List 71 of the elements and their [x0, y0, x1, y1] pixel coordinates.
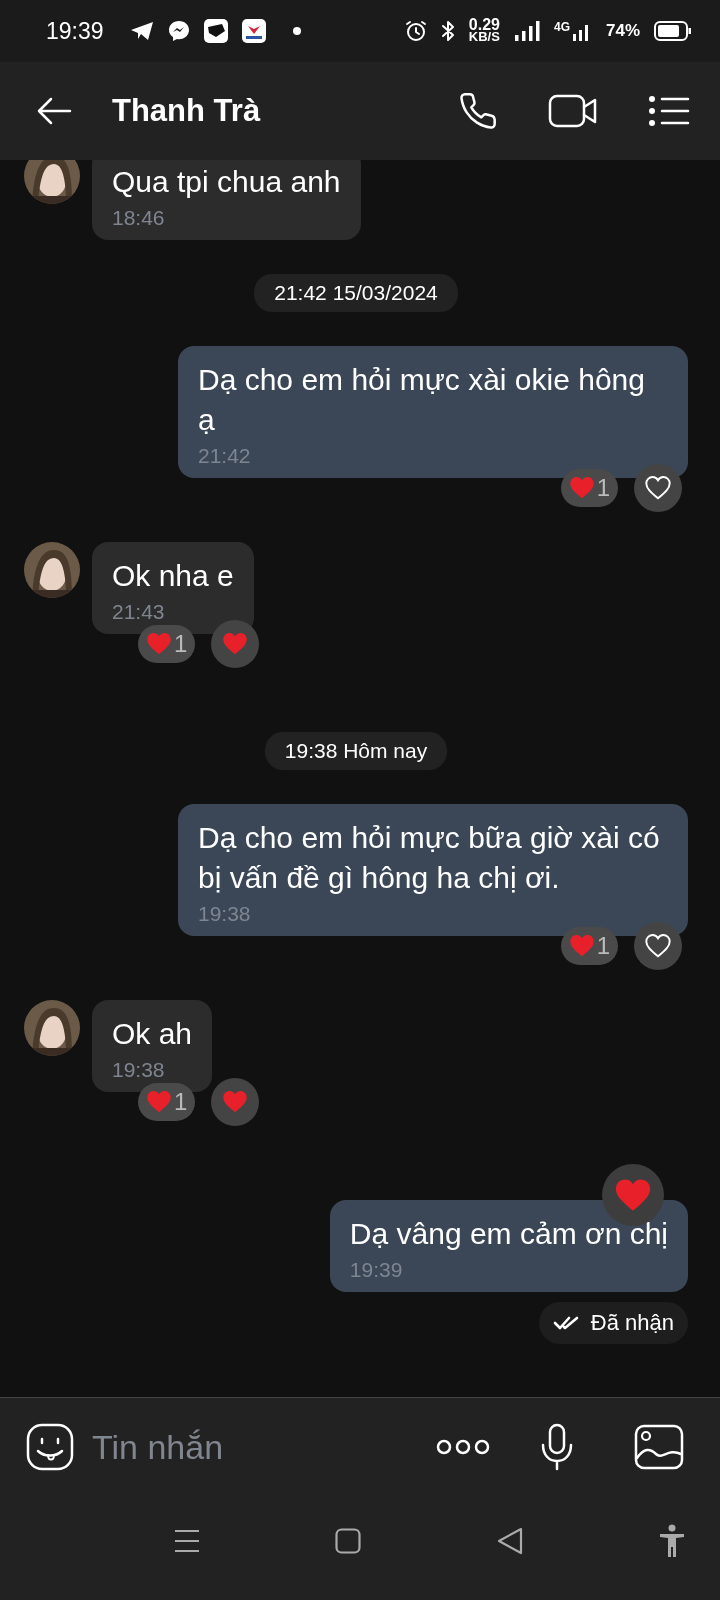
message-text: Dạ vâng em cảm ơn chị [349, 1216, 668, 1252]
heart-icon [614, 1177, 652, 1213]
message-time: 19:39 [349, 1258, 404, 1282]
reaction-pill[interactable]: 1 [138, 1083, 196, 1121]
signal-icon [513, 21, 540, 41]
video-camera-icon [548, 93, 598, 129]
message-text: Dạ cho em hỏi mực bữa giờ xài có bị vấn đề gì hông ha chị ơi. [198, 820, 661, 896]
avatar [24, 1000, 80, 1056]
like-button[interactable] [634, 464, 682, 512]
message-text: Ok ah [112, 1016, 193, 1052]
message-time: 21:42 [198, 444, 252, 468]
more-icon[interactable] [436, 1437, 490, 1457]
heart-icon [645, 934, 671, 958]
heart-icon [645, 476, 671, 500]
message-text: Qua tpi chua anh [112, 164, 341, 200]
chat-bubble-icon [167, 20, 190, 42]
menu-icon[interactable] [174, 1529, 200, 1553]
battery-percent: 74% [605, 21, 640, 41]
heart-icon [222, 632, 249, 656]
heart-icon [146, 1090, 172, 1114]
phone-icon [458, 91, 498, 131]
message-bubble[interactable]: Ok nha e 21:43 [92, 542, 254, 634]
contact-name: Thanh Trà [112, 93, 262, 129]
app-icon [203, 19, 228, 43]
speed-value: 0.29 [468, 19, 500, 31]
microphone-icon[interactable] [540, 1423, 574, 1471]
reaction-pill[interactable]: 1 [560, 927, 618, 965]
back-button[interactable] [36, 96, 72, 126]
speed-unit: KB/S [468, 31, 500, 43]
menu-list-icon [648, 95, 690, 127]
like-button[interactable] [634, 922, 682, 970]
date-separator: 19:38 Hôm nay [264, 732, 448, 770]
menu-button[interactable] [648, 95, 690, 127]
video-call-button[interactable] [548, 93, 598, 129]
dot-icon [291, 26, 302, 36]
message-bubble[interactable]: Qua tpi chua anh 18:46 [92, 160, 361, 240]
date-separator: 21:42 15/03/2024 [254, 274, 458, 312]
message-bubble[interactable]: Dạ vâng em cảm ơn chị 19:39 [329, 1200, 688, 1292]
message-time: 19:38 [112, 1058, 166, 1082]
app-icon [241, 19, 266, 43]
double-check-icon [552, 1315, 581, 1331]
message-text: Dạ cho em hỏi mực xài okie hông ạ [198, 362, 646, 438]
battery-icon [654, 21, 692, 41]
heart-icon [568, 934, 595, 958]
message-bubble[interactable]: Dạ cho em hỏi mực bữa giờ xài có bị vấn đề gì hông ha chị ơi. 19:38 [178, 804, 688, 936]
reaction-pill[interactable]: 1 [138, 625, 196, 663]
heart-icon [568, 476, 595, 500]
image-icon[interactable] [634, 1424, 684, 1470]
alarm-icon [404, 20, 427, 42]
network-type: 4G [553, 20, 570, 34]
message-time: 21:43 [112, 600, 166, 624]
bluetooth-icon [440, 20, 455, 42]
message-bubble[interactable]: Dạ cho em hỏi mực xài okie hông ạ 21:42 [178, 346, 688, 478]
home-square-icon[interactable] [335, 1528, 362, 1554]
avatar [24, 160, 80, 204]
message-time: 18:46 [112, 206, 166, 230]
accessibility-icon[interactable] [658, 1524, 686, 1558]
heart-icon [222, 1090, 249, 1114]
message-time: 19:38 [198, 902, 252, 926]
call-button[interactable] [458, 91, 498, 131]
status-text: Đã nhận [590, 1310, 674, 1336]
arrow-left-icon [36, 96, 72, 126]
sticker-icon[interactable] [26, 1423, 74, 1471]
reaction-pill[interactable]: 1 [560, 469, 618, 507]
message-text: Ok nha e [112, 558, 234, 594]
clock: 19:39 [46, 17, 104, 45]
avatar [24, 542, 80, 598]
back-triangle-icon[interactable] [496, 1527, 523, 1555]
heart-icon [146, 632, 172, 656]
message-bubble[interactable]: Ok ah 19:38 [92, 1000, 213, 1092]
paper-plane-icon [129, 21, 154, 41]
